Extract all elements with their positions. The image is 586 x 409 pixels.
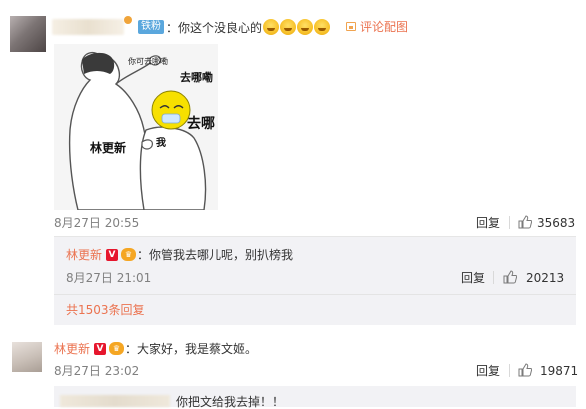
fan-badge: 铁粉 [138,20,164,34]
comment-text-content: ：你这个没良心的 [166,21,263,35]
meme-illustration: 你可去哪嘞 去哪嘞 去哪 林更新 我 [54,44,218,210]
reply-button[interactable]: 回复 [461,270,485,286]
crown-icon: ♛ [109,342,124,355]
crying-emoji-icon [280,19,297,35]
like-count: 19871 [540,364,579,378]
divider [509,364,510,377]
like-count: 35683 [537,216,576,230]
thumbs-up-icon[interactable] [518,363,532,377]
comment-text: ：你这个没良心的 [166,19,331,36]
divider [509,216,510,229]
username-blurred[interactable] [52,19,124,35]
crying-emoji-icon [297,19,314,35]
avatar[interactable] [12,342,42,372]
meme-top-text: 你可去哪嘞 [128,56,168,66]
reply-username[interactable]: 林更新 [66,247,102,263]
divider [493,271,494,284]
verified-icon: V [106,249,118,261]
more-replies-link[interactable]: 共1503条回复 [66,302,145,318]
comment-username[interactable]: 林更新 [54,341,90,357]
reply-text: ：你管我去哪儿呢，别扒榜我 [137,248,294,262]
reply-button[interactable]: 回复 [476,363,500,379]
reply-date: 8月27日 21:01 [66,271,152,285]
avatar[interactable] [10,16,46,52]
divider [54,294,576,295]
thumbs-up-icon[interactable] [503,270,517,284]
username-blurred[interactable] [60,395,170,407]
comment-text: ：大家好，我是蔡文姬。 [125,342,258,356]
review-image-link[interactable]: 评论配图 [360,19,408,35]
comment-date: 8月27日 23:02 [54,364,140,378]
comment-date: 8月27日 20:55 [54,216,140,230]
verified-icon: V [94,343,106,355]
meme-right-text-1: 去哪嘞 [180,70,213,84]
crying-emoji-icon [263,19,280,35]
thumbs-up-icon[interactable] [518,215,532,229]
comment-image[interactable]: 你可去哪嘞 去哪嘞 去哪 林更新 我 [54,44,218,210]
reply-button[interactable]: 回复 [476,215,500,231]
image-icon[interactable] [346,22,356,31]
user-level-icon [124,16,132,24]
crown-icon: ♛ [121,248,136,261]
like-count: 20213 [526,271,565,285]
meme-center-label: 我 [156,136,166,149]
crying-emoji-icon [314,19,331,35]
meme-left-label: 林更新 [90,140,126,155]
meme-right-text-2: 去哪 [187,115,215,132]
